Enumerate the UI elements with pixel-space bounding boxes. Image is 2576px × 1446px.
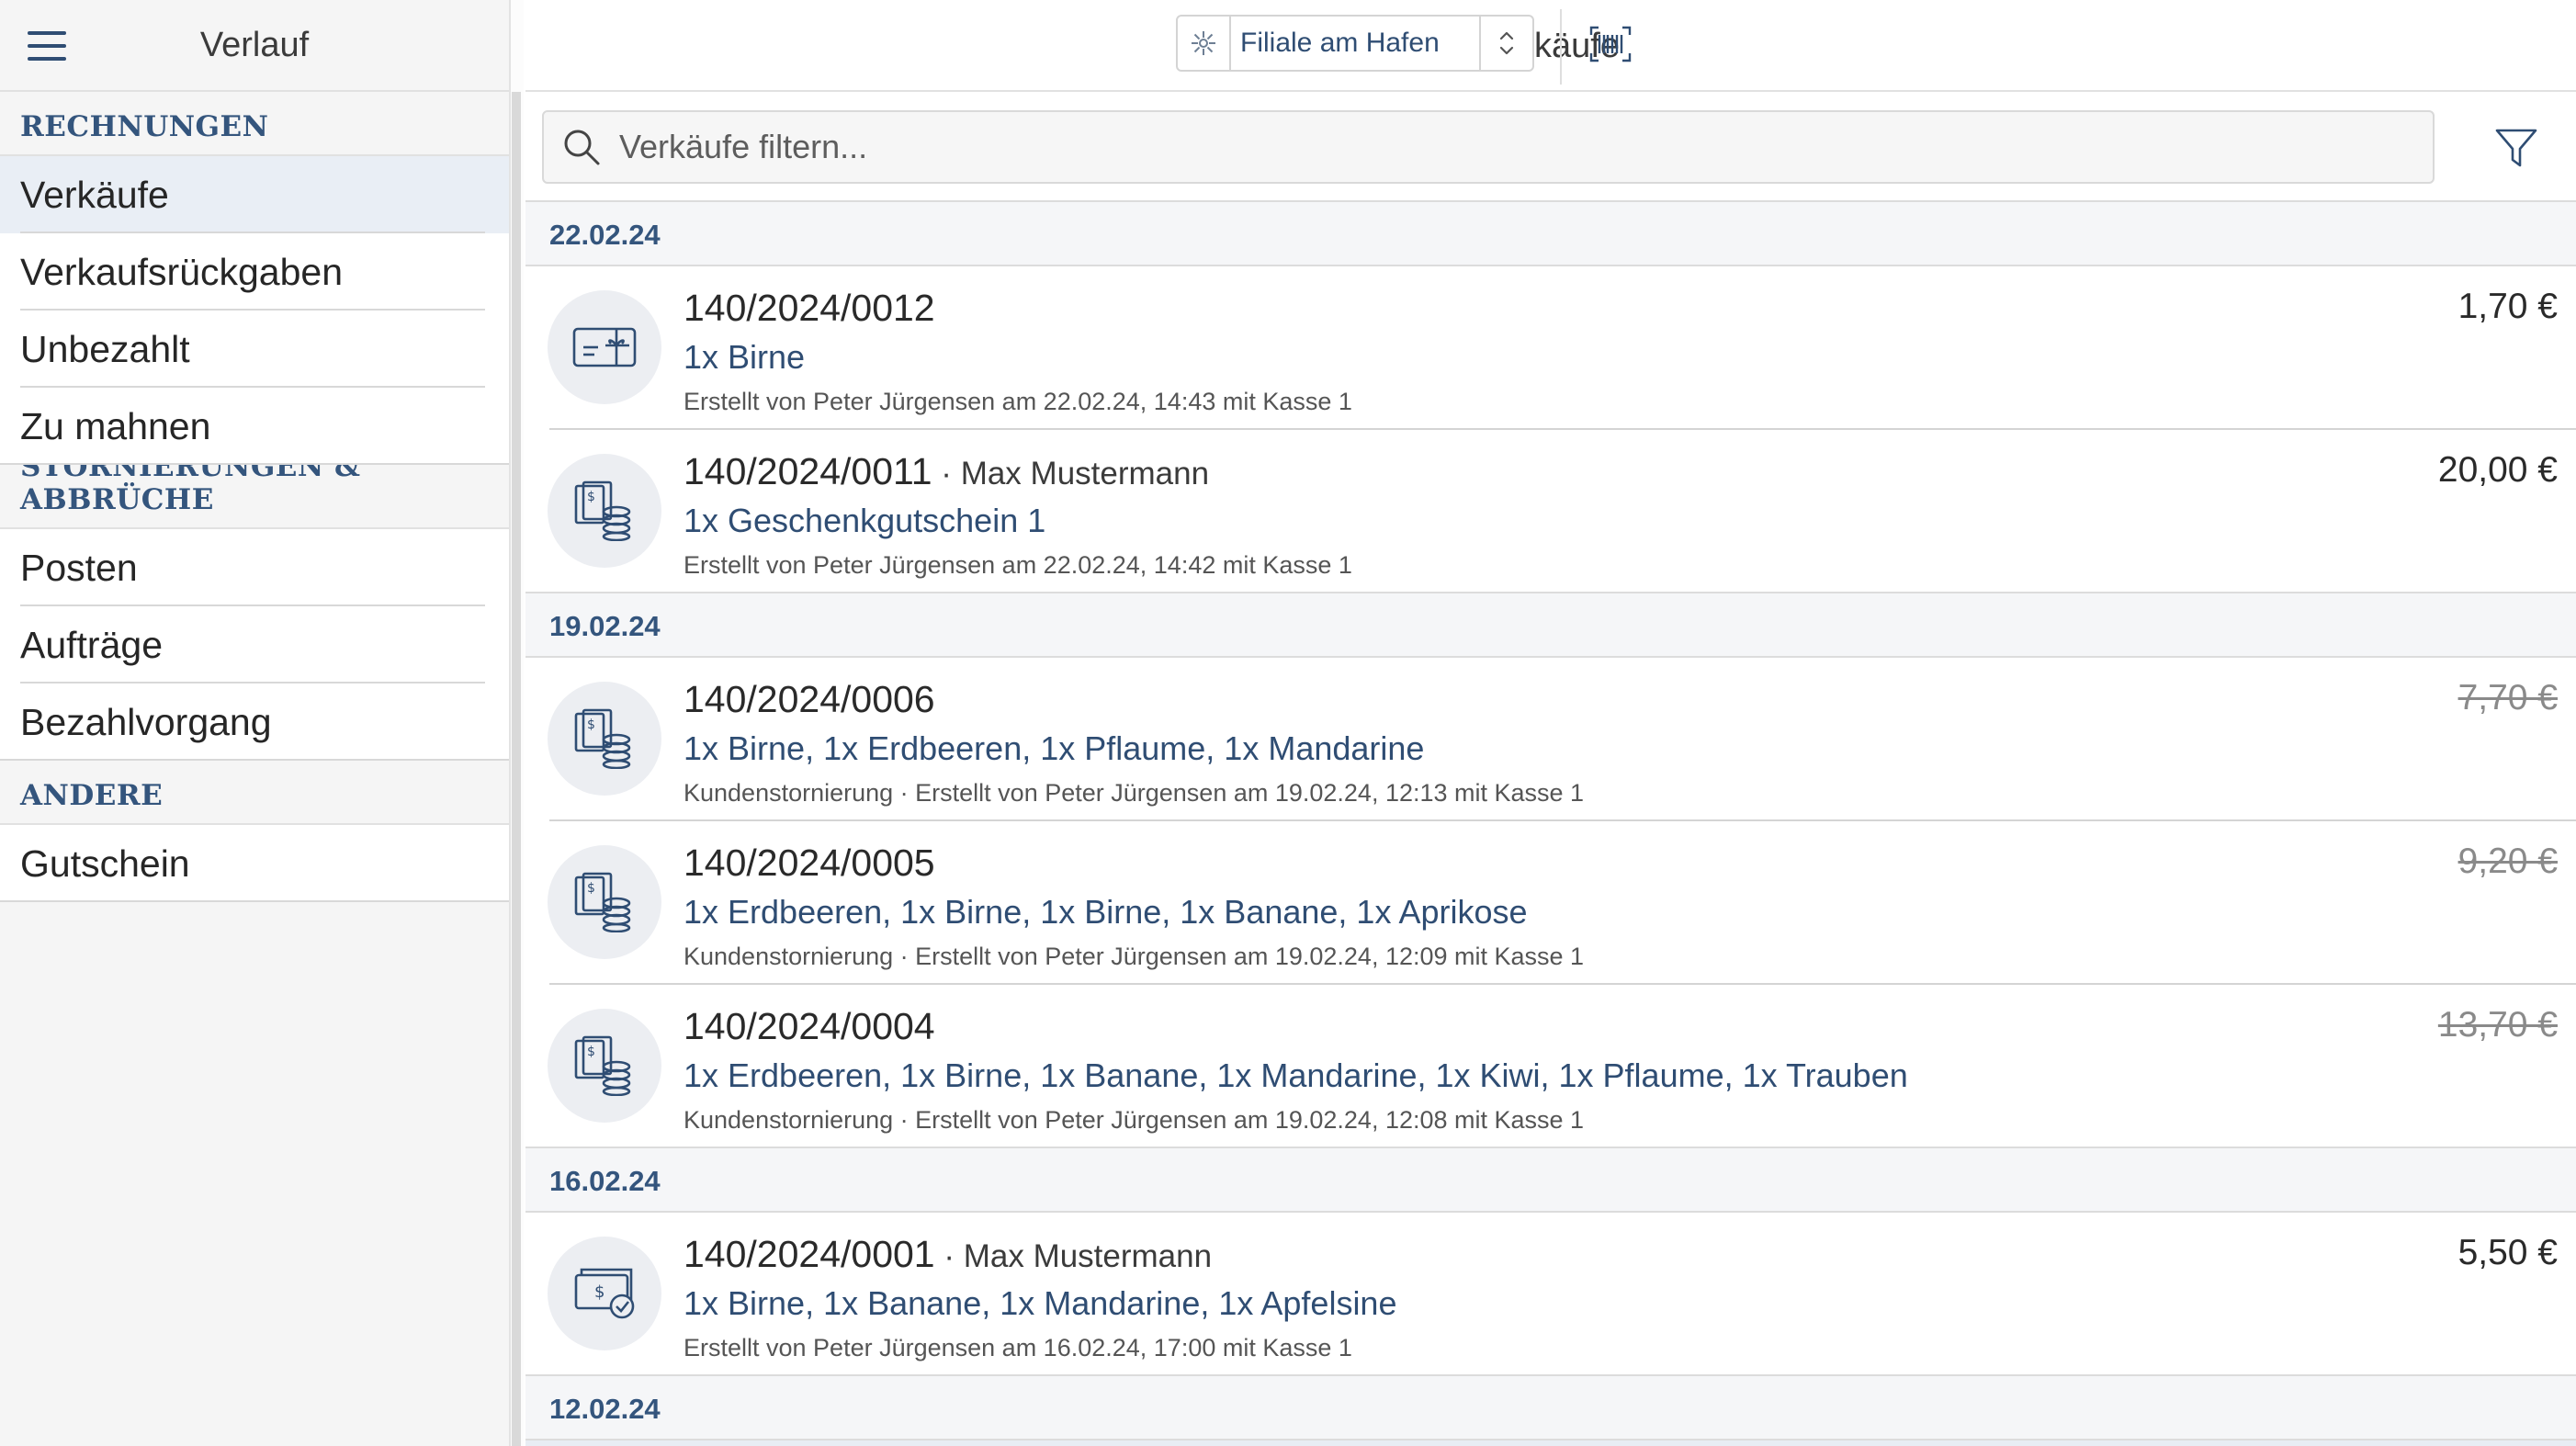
sale-number: 140/2024/0011 [684,450,932,492]
cash-coins-icon: $ [548,1009,661,1123]
svg-text:$: $ [587,881,595,896]
sale-amount-cancelled: 9,20 € [2457,842,2558,881]
cash-coins-icon: $ [548,454,661,568]
search-row [525,92,2576,202]
sale-items: 1x Erdbeeren, 1x Birne, 1x Birne, 1x Ban… [684,893,1528,931]
sale-number: 140/2024/0012 [684,287,935,329]
branch-label: Filiale am Hafen [1240,28,1440,58]
search-input[interactable] [603,112,2433,182]
search-box [542,110,2435,184]
sidebar-item-bezahlvorgang[interactable]: Bezahlvorgang [0,683,509,761]
svg-text:$: $ [594,1282,604,1302]
sale-row[interactable]: $ 140/2024/0004 1x Erdbeeren, 1x Birne, … [525,985,2576,1148]
barcode-scanner-icon[interactable] [1589,26,1632,62]
sale-meta: Erstellt von Peter Jürgensen am 22.02.24… [684,388,1352,415]
svg-text:$: $ [587,490,595,504]
sale-items: 1x Birne, 1x Erdbeeren, 1x Pflaume, 1x M… [684,729,1425,767]
sidebar-item-auftraege[interactable]: Aufträge [0,606,509,683]
sidebar-item-zu-mahnen[interactable]: Zu mahnen [0,388,509,465]
search-icon [564,130,600,165]
sale-number-line: 140/2024/0011 · Max Mustermann [684,450,1210,492]
chevron-up-down-icon [1479,17,1532,70]
sale-meta: Kundenstornierung · Erstellt von Peter J… [684,943,1585,970]
sale-meta: Kundenstornierung · Erstellt von Peter J… [684,779,1585,807]
sale-items: 1x Erdbeeren, 1x Birne, 1x Banane, 1x Ma… [684,1056,1908,1094]
sidebar: Verlauf RECHNUNGEN Verkäufe Verkaufsrück… [0,0,509,1446]
sale-amount-cancelled: 13,70 € [2437,1005,2558,1045]
sidebar-item-verkaeufe[interactable]: Verkäufe [0,156,509,233]
panel-divider[interactable] [509,0,524,1446]
sale-row[interactable]: $ 140/2024/0005 1x Erdbeeren, 1x Birne, … [525,821,2576,985]
svg-text:$: $ [587,1045,595,1059]
section-heading-andere: ANDERE [0,761,509,825]
sale-row[interactable]: 140/2024/0012 1x Birne Erstellt von Pete… [525,266,2576,430]
cash-coins-icon: $ [548,682,661,796]
sale-items: 1x Birne, 1x Banane, 1x Mandarine, 1x Ap… [684,1284,1397,1322]
list-bottom-edge [525,1440,2576,1446]
sidebar-item-gutschein[interactable]: Gutschein [0,825,509,902]
date-header: 16.02.24 [525,1148,2576,1213]
date-header: 12.02.24 [525,1376,2576,1440]
header-divider [1560,9,1562,85]
sale-row[interactable]: $ 140/2024/0011 · Max Mustermann 1x Gesc… [525,430,2576,593]
sale-number: 140/2024/0005 [684,842,935,884]
sale-items: 1x Geschenkgutschein 1 [684,502,1046,539]
section-heading-rechnungen: RECHNUNGEN [0,92,509,156]
sale-amount-cancelled: 7,70 € [2457,678,2558,717]
branch-icon [1178,17,1231,70]
hamburger-menu-icon[interactable] [28,31,66,61]
date-header: 19.02.24 [525,593,2576,658]
sidebar-item-verkaufsrueckgaben[interactable]: Verkaufsrückgaben [0,233,509,311]
sale-number-line: 140/2024/0001 · Max Mustermann [684,1233,1213,1275]
sale-meta: Erstellt von Peter Jürgensen am 16.02.24… [684,1334,1352,1361]
svg-text:$: $ [587,717,595,732]
filter-icon[interactable] [2493,125,2539,171]
date-header: 22.02.24 [525,202,2576,266]
cash-coins-icon: $ [548,845,661,959]
sale-amount: 5,50 € [2457,1233,2558,1272]
sale-meta: Erstellt von Peter Jürgensen am 22.02.24… [684,551,1352,579]
section-heading-stornierungen: STORNIERUNGEN & ABBRÜCHE [0,450,509,529]
sale-number: 140/2024/0001 [684,1233,935,1275]
gift-card-icon [548,290,661,404]
sale-row[interactable]: $ 140/2024/0006 1x Birne, 1x Erdbeeren, … [525,658,2576,821]
sidebar-item-unbezahlt[interactable]: Unbezahlt [0,311,509,388]
sale-amount: 1,70 € [2457,287,2558,326]
sidebar-title: Verlauf [199,25,310,64]
sale-customer: Max Mustermann [963,1238,1213,1274]
sale-meta: Kundenstornierung · Erstellt von Peter J… [684,1106,1585,1134]
sidebar-header: Verlauf [0,0,509,92]
main-panel: Verkäufe Filiale am Hafen Verkäufe filte… [525,0,2576,1446]
sale-number: 140/2024/0004 [684,1005,935,1047]
main-header: Verkäufe Filiale am Hafen [525,0,2576,92]
sale-items: 1x Birne [684,338,806,376]
page-title: Verkäufe [1482,27,1620,65]
sidebar-item-posten[interactable]: Posten [0,529,509,606]
sale-number: 140/2024/0006 [684,678,935,720]
sale-amount: 20,00 € [2437,450,2558,490]
sale-row[interactable]: $ 140/2024/0001 · Max Mustermann 1x Birn… [525,1213,2576,1376]
cash-check-icon: $ [548,1237,661,1350]
branch-select[interactable]: Filiale am Hafen [1176,15,1534,72]
sale-customer: Max Mustermann [960,456,1210,491]
